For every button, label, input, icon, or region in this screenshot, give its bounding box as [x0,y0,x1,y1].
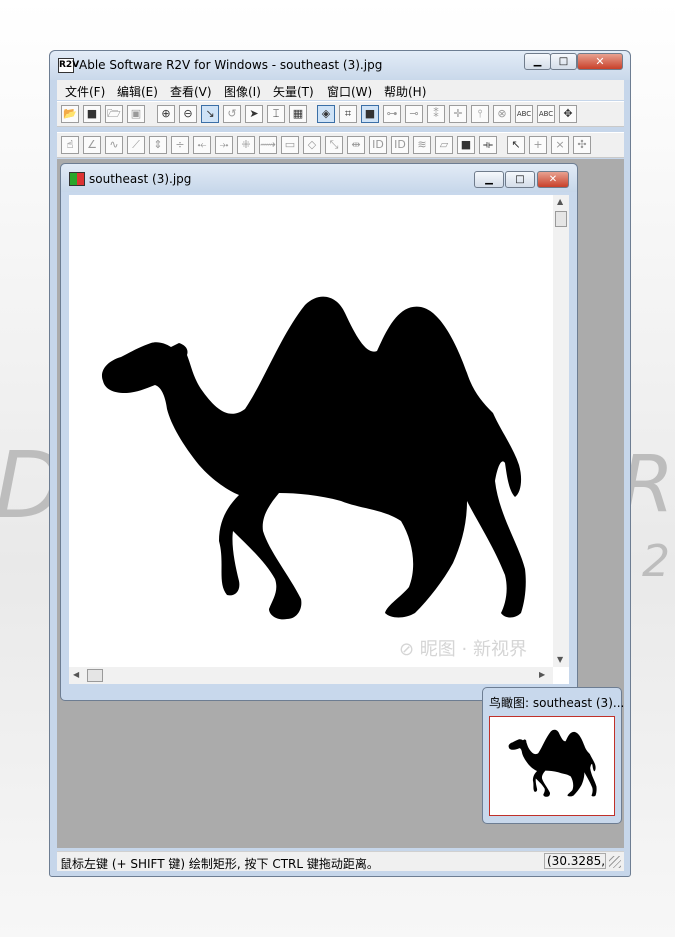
resize-grip-icon[interactable] [609,856,621,868]
green-square-icon[interactable]: ■ [361,105,379,123]
join-right-icon[interactable]: ⤞ [215,136,233,154]
undo-icon[interactable]: ↺ [223,105,241,123]
arrow-cursor-icon[interactable]: ↖ [507,136,525,154]
close-button[interactable]: ✕ [577,53,623,70]
draw-curve-icon[interactable]: ∿ [105,136,123,154]
vertical-align-icon[interactable]: ⇕ [149,136,167,154]
label-id-icon[interactable]: ID [391,136,409,154]
move-point-icon[interactable]: ✣ [573,136,591,154]
horizontal-split-icon[interactable]: ÷ [171,136,189,154]
contour-icon[interactable]: ≋ [413,136,431,154]
pick-icon[interactable]: ☝ [61,136,79,154]
image-window-maximize-button[interactable]: □ [505,171,535,188]
vertical-node-icon[interactable]: ⫯ [471,105,489,123]
ocr-abc-icon[interactable]: ABC [515,105,533,123]
menu-edit[interactable]: 编辑(E) [117,83,158,100]
remove-point-icon[interactable]: × [551,136,569,154]
align-center-icon[interactable]: ⟛ [479,136,497,154]
zoom-in-icon[interactable]: ⊕ [157,105,175,123]
extend-line-icon[interactable]: ⟋ [127,136,145,154]
draw-line-icon[interactable]: ∠ [83,136,101,154]
crosshair-icon[interactable]: ✥ [559,105,577,123]
image-canvas[interactable]: ⊘ 昵图 · 新视界 ▲ ▼ ◀ ▶ [69,195,569,684]
id-icon[interactable]: ID [369,136,387,154]
menu-bar: 文件(F) 编辑(E) 查看(V) 图像(I) 矢量(T) 窗口(W) 帮助(H… [57,80,624,100]
menu-image[interactable]: 图像(I) [224,83,261,100]
image-file-icon [69,172,85,186]
menu-file[interactable]: 文件(F) [65,83,105,100]
delete-node-icon[interactable]: ⊗ [493,105,511,123]
cursor-coordinates: (30.3285,6 [544,853,606,869]
snap-icon[interactable]: ⁜ [237,136,255,154]
save-icon[interactable]: ■ [83,105,101,123]
diamond-icon[interactable]: ◇ [303,136,321,154]
join-left-icon[interactable]: ⤝ [193,136,211,154]
zoom-out-icon[interactable]: ⊖ [179,105,197,123]
menu-help[interactable]: 帮助(H) [384,83,426,100]
window-title: Able Software R2V for Windows - southeas… [79,58,383,72]
auto-vectorize-icon[interactable]: ◈ [317,105,335,123]
trace-icon[interactable]: ↘ [201,105,219,123]
image-window-title: southeast (3).jpg [89,172,192,186]
image-window-minimize-button[interactable]: ▁ [474,171,504,188]
maximize-button[interactable]: □ [550,53,577,70]
horizontal-scroll-thumb[interactable] [87,669,103,682]
add-point-icon[interactable]: + [529,136,547,154]
cross-node-icon[interactable]: ✛ [449,105,467,123]
main-window: R2V Able Software R2V for Windows - sout… [49,50,631,877]
arrows-icon[interactable]: ⇹ [347,136,365,154]
horizontal-scrollbar[interactable]: ◀ ▶ [69,667,553,684]
menu-window[interactable]: 窗口(W) [327,83,372,100]
open-project-icon[interactable]: 🗁 [105,105,123,123]
birds-eye-camel-thumbnail [508,729,597,797]
vertical-scrollbar[interactable]: ▲ ▼ [553,195,569,667]
background-text-number: 2 [642,536,670,587]
black-square-icon[interactable]: ■ [457,136,475,154]
main-toolbar: 📂 ■ 🗁 ▣ ⊕ ⊖ ↘ ↺ ➤ ⌶ ▦ ◈ ⌗ ■ ⊶ ⊸ ⁑ ✛ ⫯ ⊗ ABC ABC ✥ [57,101,624,127]
image-window-close-button[interactable]: ✕ [537,171,569,188]
frame-icon[interactable]: ⌗ [339,105,357,123]
watermark-text: ⊘ 昵图 · 新视界 [399,639,527,660]
scroll-left-icon[interactable]: ◀ [73,670,79,679]
node-edit-icon[interactable]: ⌶ [267,105,285,123]
scroll-right-icon[interactable]: ▶ [539,670,545,679]
image-window: southeast (3).jpg ▁ □ ✕ ⊘ 昵图 · 新视界 ▲ ▼ ◀… [60,163,578,701]
birds-eye-viewport[interactable] [489,716,615,816]
diagonal-icon[interactable]: ⤡ [325,136,343,154]
polygon-fill-icon[interactable]: ▱ [435,136,453,154]
status-bar: 鼠标左键 (+ SHIFT 键) 绘制矩形, 按下 CTRL 键拖动距离。 (3… [57,851,624,871]
save-project-icon[interactable]: ▣ [127,105,145,123]
minimize-button[interactable]: ▁ [524,53,551,70]
rectangle-icon[interactable]: ▭ [281,136,299,154]
vector-toolbar: ☝ ∠ ∿ ⟋ ⇕ ÷ ⤝ ⤞ ⁜ ⟿ ▭ ◇ ⤡ ⇹ ID ID ≋ ▱ ■ ⟛ ↖ + × ✣ [57,132,624,158]
camel-silhouette [101,296,526,620]
grid-edit-icon[interactable]: ▦ [289,105,307,123]
node-number-icon[interactable]: ⁑ [427,105,445,123]
select-arrow-icon[interactable]: ➤ [245,105,263,123]
menu-view[interactable]: 查看(V) [170,83,212,100]
line-node-icon[interactable]: ⊶ [383,105,401,123]
image-window-title-bar[interactable]: southeast (3).jpg ▁ □ ✕ [61,164,577,192]
vertical-scroll-thumb[interactable] [555,211,567,227]
birds-eye-window: 鸟瞰图: southeast (3)... [482,687,624,824]
app-icon[interactable]: R2V [58,58,79,73]
birds-eye-title[interactable]: 鸟瞰图: southeast (3)... [489,694,624,711]
open-icon[interactable]: 📂 [61,105,79,123]
line-split-icon[interactable]: ⊸ [405,105,423,123]
status-message: 鼠标左键 (+ SHIFT 键) 绘制矩形, 按下 CTRL 键拖动距离。 [60,857,379,871]
ocr-abc2-icon[interactable]: ABC [537,105,555,123]
scroll-down-icon[interactable]: ▼ [557,655,563,664]
smooth-icon[interactable]: ⟿ [259,136,277,154]
menu-vector[interactable]: 矢量(T) [273,83,314,100]
title-bar[interactable]: R2V Able Software R2V for Windows - sout… [50,51,630,80]
scroll-up-icon[interactable]: ▲ [557,197,563,206]
